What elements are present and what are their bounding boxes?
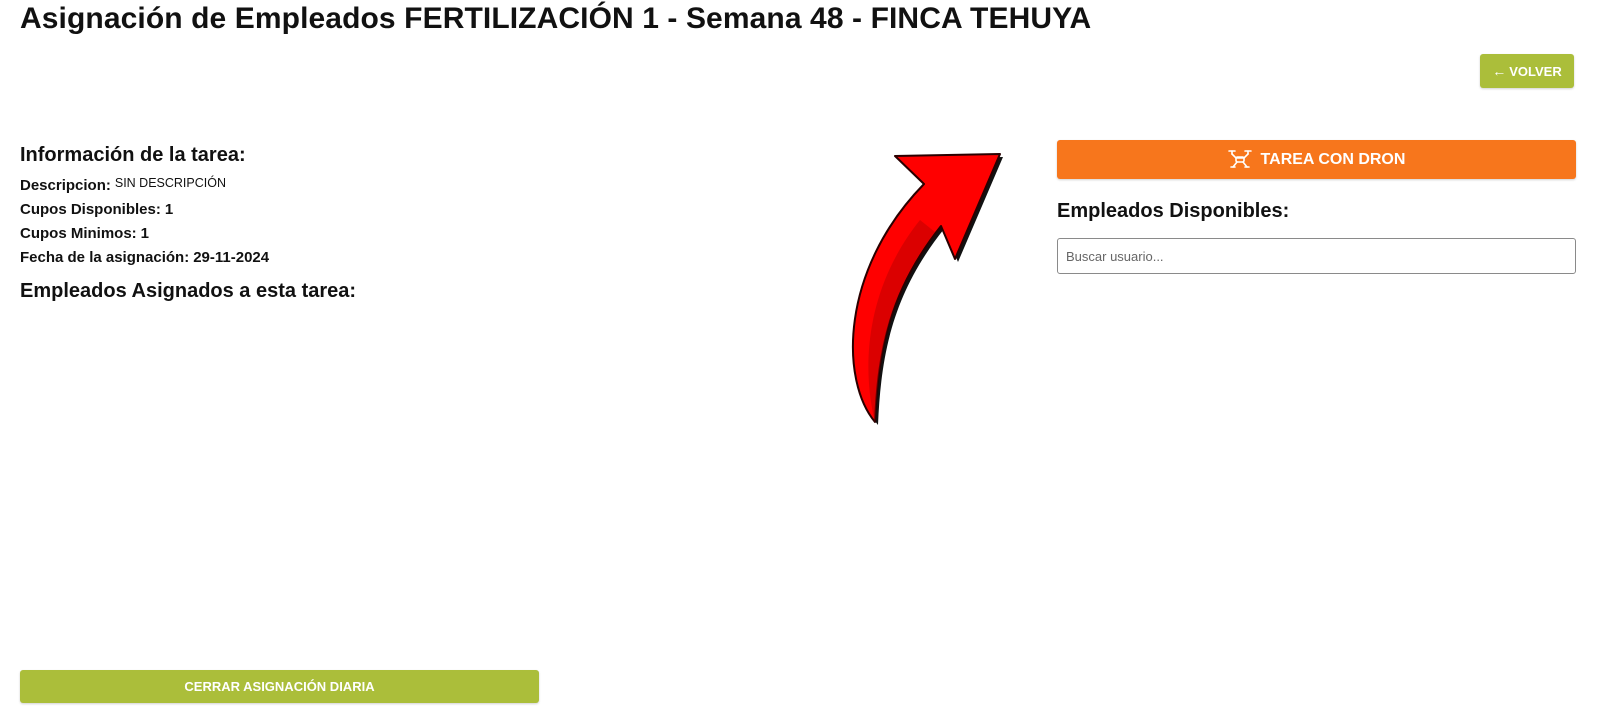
search-user-input[interactable] — [1057, 238, 1576, 274]
available-employees-heading: Empleados Disponibles: — [1057, 200, 1290, 222]
back-button-label: VOLVER — [1509, 63, 1562, 79]
task-description-value: SIN DESCRIPCIÓN — [114, 176, 226, 190]
field-label: Fecha de la asignación: — [20, 249, 190, 266]
assigned-employees-heading: Empleados Asignados a esta tarea: — [20, 280, 357, 302]
arrow-left-icon: ← — [1492, 63, 1507, 79]
close-daily-assignment-button[interactable]: CERRAR ASIGNACIÓN DIARIA — [20, 670, 539, 703]
drone-icon — [1227, 149, 1252, 168]
annotation-arrow — [851, 153, 1003, 425]
drone-task-button[interactable]: TAREA CON DRON — [1057, 140, 1576, 179]
assignment-date-value: 29-11-2024 — [193, 249, 270, 266]
available-slots-value: 1 — [164, 201, 174, 218]
task-description-row: Descripcion: SIN DESCRIPCIÓN — [20, 171, 520, 198]
field-label: Cupos Minimos: — [20, 225, 137, 242]
minimum-slots-row: Cupos Minimos: 1 — [20, 222, 520, 246]
available-slots-row: Cupos Disponibles: 1 — [20, 198, 520, 222]
minimum-slots-value: 1 — [140, 225, 150, 242]
assignment-date-row: Fecha de la asignación: 29-11-2024 — [20, 246, 520, 270]
page-title: Asignación de Empleados FERTILIZACIÓN 1 … — [20, 2, 1092, 35]
task-info-section: Información de la tarea: Descripcion: SIN… — [20, 143, 520, 270]
back-button[interactable]: ← VOLVER — [1480, 54, 1574, 88]
drone-task-button-label: TAREA CON DRON — [1260, 150, 1406, 168]
field-label: Cupos Disponibles: — [20, 201, 161, 218]
field-label: Descripcion: — [20, 177, 111, 194]
task-info-heading: Información de la tarea: — [20, 144, 246, 166]
